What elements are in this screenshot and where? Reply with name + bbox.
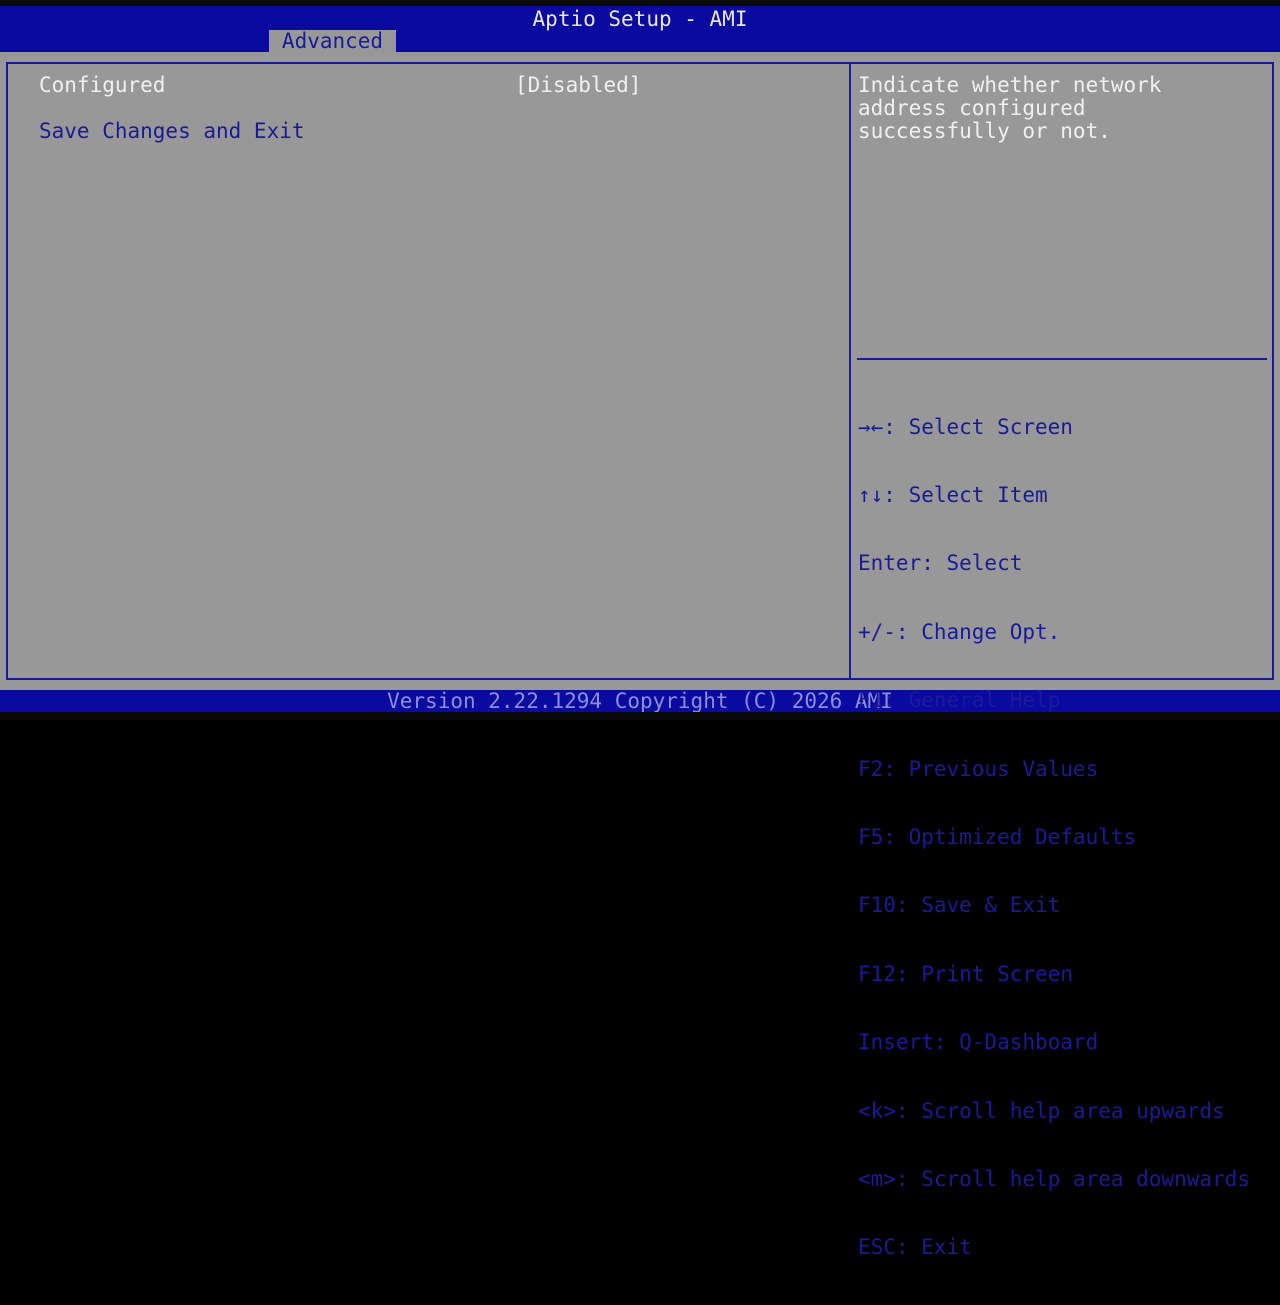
help-description: Indicate whether networkaddress configur… xyxy=(858,74,1268,143)
key-hint-change-opt: +/-: Change Opt. xyxy=(858,621,1268,644)
help-separator xyxy=(857,358,1267,360)
panel-divider xyxy=(849,62,851,680)
key-hint-save-exit: F10: Save & Exit xyxy=(858,894,1268,917)
key-hint-previous-values: F2: Previous Values xyxy=(858,758,1268,781)
header: Aptio Setup - AMI Advanced xyxy=(0,6,1280,52)
key-hint-select-item: ↑↓: Select Item xyxy=(858,484,1268,507)
help-line-1: Indicate whether network xyxy=(858,74,1268,97)
key-hint-select-screen: →←: Select Screen xyxy=(858,416,1268,439)
app-title: Aptio Setup - AMI xyxy=(0,8,1280,30)
tab-advanced[interactable]: Advanced xyxy=(269,30,396,52)
key-legend: →←: Select Screen ↑↓: Select Item Enter:… xyxy=(858,370,1268,1305)
help-line-3: successfully or not. xyxy=(858,120,1268,143)
help-line-2: address configured xyxy=(858,97,1268,120)
setting-configured-label[interactable]: Configured xyxy=(39,74,165,97)
key-hint-print-screen: F12: Print Screen xyxy=(858,963,1268,986)
key-hint-scroll-up: <k>: Scroll help area upwards xyxy=(858,1100,1268,1123)
key-hint-general-help: F1: General Help xyxy=(858,689,1268,712)
setting-configured-value[interactable]: [Disabled] xyxy=(515,74,641,97)
key-hint-q-dashboard: Insert: Q-Dashboard xyxy=(858,1031,1268,1054)
key-hint-scroll-down: <m>: Scroll help area downwards xyxy=(858,1168,1268,1191)
main-panel: Configured [Disabled] Save Changes and E… xyxy=(0,52,1280,690)
key-hint-esc: ESC: Exit xyxy=(858,1236,1268,1259)
key-hint-optimized-defaults: F5: Optimized Defaults xyxy=(858,826,1268,849)
save-changes-and-exit[interactable]: Save Changes and Exit xyxy=(39,120,305,143)
key-hint-enter: Enter: Select xyxy=(858,552,1268,575)
